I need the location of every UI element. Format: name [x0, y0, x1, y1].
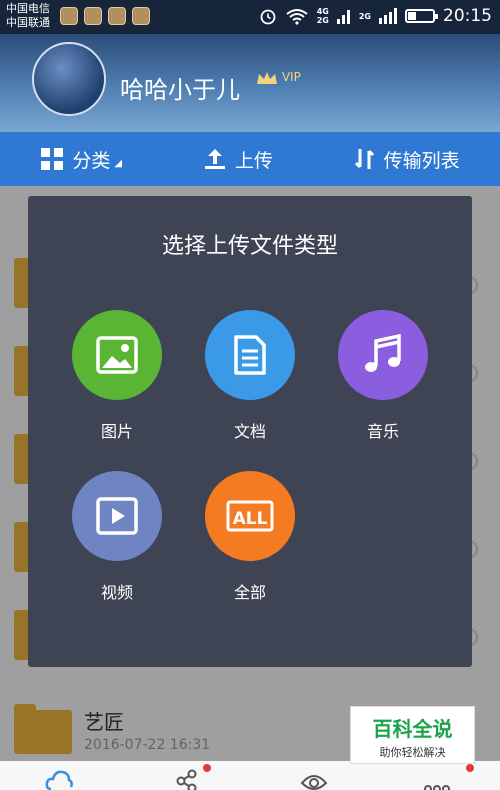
vip-badge: VIP [256, 70, 301, 85]
music-icon [365, 334, 401, 372]
wifi-icon [286, 9, 308, 25]
option-music[interactable]: 音乐 [338, 310, 428, 442]
status-bar: 中国电信 中国联通 4G 2G 2G 20:15 [0, 0, 500, 34]
alarm-icon [260, 9, 276, 25]
upload-icon [204, 149, 225, 169]
option-document[interactable]: 文档 [205, 310, 295, 442]
notification-app-icon [108, 7, 126, 25]
watermark-logo: 百科全说 助你轻松解决 [350, 706, 475, 764]
option-image-circle[interactable] [72, 310, 162, 400]
option-image[interactable]: 图片 [72, 310, 162, 442]
watermark-title: 百科全说 [372, 717, 453, 741]
video-icon [96, 497, 138, 535]
action-tabs: 分类 ◢ 上传 传输列表 [0, 132, 500, 186]
tab-upload[interactable]: 上传 [203, 146, 273, 173]
document-icon [234, 335, 266, 375]
status-indicators: 4G 2G 2G 20:15 [259, 6, 492, 26]
tab-transfer-label: 传输列表 [383, 149, 460, 172]
transfer-icon [354, 149, 374, 169]
carrier-1: 中国电信 [6, 2, 50, 15]
all-icon-text: ALL [233, 509, 268, 529]
notification-dot [466, 764, 474, 772]
battery-icon [405, 9, 438, 23]
watermark-subtitle: 助你轻松解决 [379, 746, 446, 759]
option-all-circle[interactable]: ALL [205, 471, 295, 561]
option-document-circle[interactable] [205, 310, 295, 400]
notification-app-icon [60, 7, 78, 25]
option-all-label: 全部 [233, 583, 266, 602]
option-image-label: 图片 [100, 422, 133, 441]
network-type-2: 2G [316, 16, 329, 25]
eye-icon[interactable] [300, 765, 328, 790]
option-video-label: 视频 [100, 583, 133, 602]
network-type: 4G 2G [317, 7, 329, 25]
tab-category-label: 分类 [72, 149, 111, 172]
option-video-circle[interactable] [72, 471, 162, 561]
network-type-3: 2G [358, 11, 371, 21]
bottom-nav [0, 761, 500, 790]
option-music-circle[interactable] [338, 310, 428, 400]
more-icon[interactable] [423, 765, 451, 790]
notification-icons [60, 7, 150, 25]
all-icon: ALL [226, 500, 274, 532]
vip-label: VIP [281, 70, 301, 84]
network-type-1: 4G [316, 7, 329, 16]
caret-down-icon: ◢ [114, 157, 123, 169]
cloud-icon[interactable] [45, 765, 73, 790]
notification-app-icon [84, 7, 102, 25]
notification-app-icon [132, 7, 150, 25]
notification-dot [203, 764, 211, 772]
image-icon [96, 336, 138, 374]
option-all[interactable]: ALL 全部 [205, 471, 295, 603]
carrier-info: 中国电信 中国联通 [6, 2, 50, 30]
upload-type-dialog: 选择上传文件类型 图片 文档 音乐 视频 ALL 全部 [28, 196, 472, 667]
profile-header: 哈哈小于儿 VIP [0, 34, 500, 132]
option-music-label: 音乐 [366, 422, 399, 441]
dialog-title: 选择上传文件类型 [161, 234, 338, 259]
share-icon[interactable] [173, 765, 201, 790]
username: 哈哈小于儿 [120, 76, 240, 104]
carrier-2: 中国联通 [6, 16, 50, 29]
avatar[interactable] [32, 42, 106, 116]
tab-transfer-list[interactable]: 传输列表 [354, 146, 460, 173]
tab-category[interactable]: 分类 ◢ [40, 146, 122, 173]
signal-icon [336, 10, 350, 24]
option-document-label: 文档 [233, 422, 266, 441]
tab-upload-label: 上传 [234, 149, 273, 172]
option-video[interactable]: 视频 [72, 471, 162, 603]
crown-icon [257, 71, 277, 84]
grid-icon [41, 148, 64, 170]
clock: 20:15 [443, 6, 492, 26]
signal-icon [379, 8, 397, 24]
